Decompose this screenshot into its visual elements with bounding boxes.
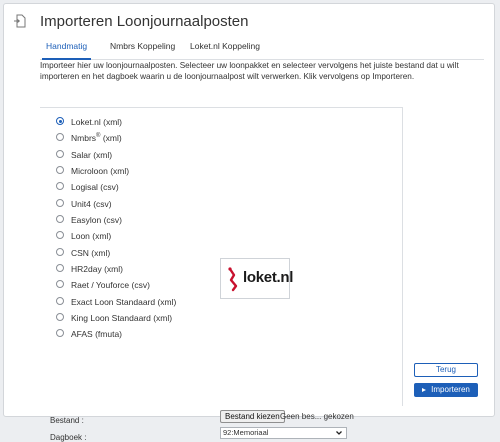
radio-easylon[interactable]: Easylon (csv) <box>54 214 176 230</box>
radio-icon[interactable] <box>56 264 64 273</box>
radio-label: Salar (xml) <box>71 149 113 160</box>
radio-exact-loon[interactable]: Exact Loon Standaard (xml) <box>54 296 176 312</box>
radio-icon[interactable] <box>56 166 64 175</box>
loket-logo: loket.nl <box>220 258 294 299</box>
radio-icon[interactable] <box>56 247 64 256</box>
radio-label-suffix: (xml) <box>100 133 122 144</box>
radio-label: Logisal (csv) <box>71 182 119 193</box>
import-window: Importeren Loonjournaalposten Handmatig … <box>3 3 495 442</box>
file-label: Bestand : <box>50 416 84 425</box>
payroll-package-list: Loket.nl (xml) Nmbrs® (xml) Salar (xml) … <box>54 116 176 345</box>
radio-label: Microloon (xml) <box>71 166 130 177</box>
file-status: Geen bes... gekozen <box>280 412 354 421</box>
logo-text: loket.nl <box>243 269 294 286</box>
radio-label: Nmbrs <box>71 133 97 144</box>
radio-icon[interactable] <box>56 133 64 142</box>
import-button-label: Importeren <box>431 385 470 394</box>
radio-label: Loket.nl (xml) <box>71 117 123 127</box>
radio-salar[interactable]: Salar (xml) <box>54 149 176 165</box>
loket-logo-icon <box>228 267 238 292</box>
back-button[interactable]: Terug <box>414 363 478 377</box>
radio-unit4[interactable]: Unit4 (csv) <box>54 198 176 214</box>
import-panel: Loket.nl (xml) Nmbrs® (xml) Salar (xml) … <box>40 107 403 442</box>
radio-icon[interactable] <box>56 215 64 224</box>
radio-icon[interactable] <box>56 280 64 289</box>
radio-label: King Loon Standaard (xml) <box>71 313 173 324</box>
radio-hr2day[interactable]: HR2day (xml) <box>54 263 176 279</box>
import-document-icon <box>14 14 26 28</box>
radio-icon[interactable] <box>56 313 64 322</box>
tab-content: Importeer hier uw loonjournaalposten. Se… <box>40 60 484 442</box>
radio-raet-youforce[interactable]: Raet / Youforce (csv) <box>54 279 176 295</box>
radio-label: Unit4 (csv) <box>71 198 112 209</box>
tab-bar: Handmatig Nmbrs Koppeling Loket.nl Koppe… <box>40 40 484 60</box>
radio-label: CSN (xml) <box>71 247 111 258</box>
radio-icon[interactable] <box>56 149 64 158</box>
radio-loon[interactable]: Loon (xml) <box>54 230 176 246</box>
import-button[interactable]: Importeren <box>414 383 478 397</box>
radio-label: Loon (xml) <box>71 231 112 242</box>
play-icon <box>422 388 427 392</box>
radio-icon[interactable] <box>56 182 64 191</box>
journal-label: Dagboek : <box>50 433 87 442</box>
choose-file-button[interactable]: Bestand kiezen <box>220 410 285 423</box>
page-title: Importeren Loonjournaalposten <box>40 13 249 30</box>
radio-label: Exact Loon Standaard (xml) <box>71 296 177 307</box>
radio-csn[interactable]: CSN (xml) <box>54 247 176 263</box>
radio-icon[interactable] <box>56 231 64 240</box>
tab-handmatig[interactable]: Handmatig <box>41 40 92 60</box>
radio-loket[interactable]: Loket.nl (xml) <box>54 116 176 132</box>
radio-icon[interactable] <box>56 296 64 305</box>
radio-icon[interactable] <box>56 198 64 207</box>
radio-king-loon[interactable]: King Loon Standaard (xml) <box>54 312 176 328</box>
tab-nmbrs-koppeling[interactable]: Nmbrs Koppeling <box>110 40 175 59</box>
radio-label: Easylon (csv) <box>71 215 123 226</box>
chevron-down-icon <box>336 431 342 435</box>
radio-label: HR2day (xml) <box>71 264 123 275</box>
journal-select-value: 92:Memoriaal <box>223 428 269 437</box>
radio-afas[interactable]: AFAS (fmuta) <box>54 328 176 344</box>
radio-microloon[interactable]: Microloon (xml) <box>54 165 176 181</box>
tab-loket-koppeling[interactable]: Loket.nl Koppeling <box>190 40 260 59</box>
radio-label: Raet / Youforce (csv) <box>71 280 150 291</box>
radio-logisal[interactable]: Logisal (csv) <box>54 181 176 197</box>
radio-selected-icon[interactable] <box>56 117 64 125</box>
radio-nmbrs[interactable]: Nmbrs® (xml) <box>54 132 176 148</box>
radio-icon[interactable] <box>56 329 64 338</box>
radio-label: AFAS (fmuta) <box>71 329 123 340</box>
intro-text: Importeer hier uw loonjournaalposten. Se… <box>40 61 459 81</box>
journal-select[interactable]: 92:Memoriaal <box>220 427 347 439</box>
